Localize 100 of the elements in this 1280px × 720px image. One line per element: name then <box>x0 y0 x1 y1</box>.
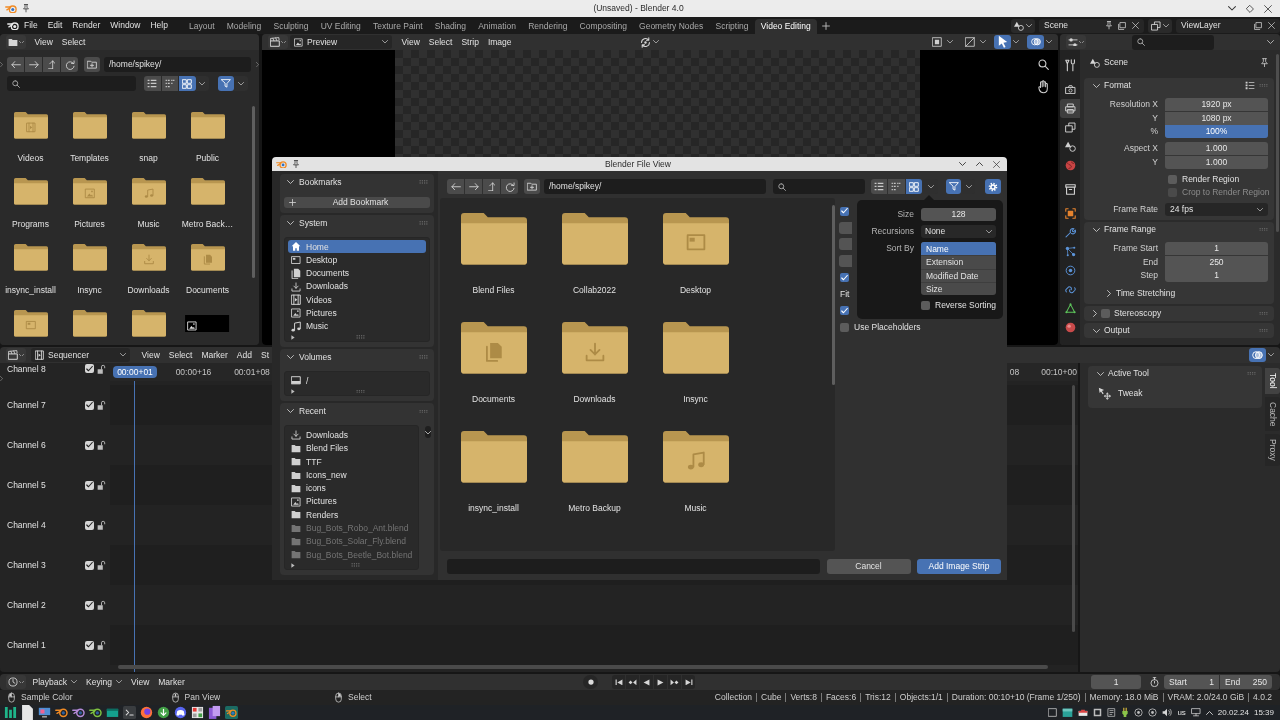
checkbox[interactable] <box>840 306 849 316</box>
dropdown-menu[interactable]: Keying <box>81 675 127 689</box>
forward-button[interactable] <box>465 179 482 194</box>
window-icon[interactable] <box>106 707 119 718</box>
open-lock-icon[interactable] <box>97 479 106 491</box>
pin-icon[interactable] <box>293 159 299 169</box>
copy-icon[interactable] <box>1118 21 1126 30</box>
chevron-down-icon[interactable] <box>1267 40 1274 44</box>
display-mode-button[interactable] <box>161 76 178 91</box>
place-item[interactable]: Icons_new <box>288 468 416 482</box>
file-name[interactable]: Insync <box>683 393 708 404</box>
display-mode-button[interactable] <box>888 179 905 194</box>
menu-item[interactable]: View <box>126 675 154 689</box>
filter-button[interactable] <box>946 179 961 194</box>
window-icon[interactable] <box>1062 707 1074 718</box>
menu-item[interactable]: Marker <box>196 348 233 362</box>
editor-type-button[interactable] <box>6 348 26 362</box>
refresh-button[interactable] <box>501 179 518 194</box>
properties-tab[interactable] <box>1060 99 1080 118</box>
parent-folder-button[interactable] <box>483 179 500 194</box>
file-name[interactable]: Public <box>195 152 220 163</box>
close-icon[interactable] <box>1264 4 1272 13</box>
sort-option[interactable]: Name <box>921 242 996 256</box>
film-folder-icon[interactable] <box>13 112 48 139</box>
panel-title[interactable]: Stereoscopy <box>1114 308 1255 319</box>
file-name[interactable]: Pictures <box>74 218 105 229</box>
file-name[interactable]: Collab2022 <box>573 284 616 295</box>
speaker-icon[interactable] <box>1162 708 1173 717</box>
checkbox[interactable] <box>85 364 94 373</box>
back-button[interactable] <box>7 57 24 72</box>
checkbox[interactable] <box>1168 174 1177 184</box>
logo-icon[interactable] <box>89 707 102 718</box>
file-name[interactable]: Templates <box>70 152 109 163</box>
download-folder-icon[interactable] <box>561 322 628 374</box>
jump-start-button[interactable] <box>612 675 625 689</box>
place-item[interactable]: Videos <box>288 293 426 307</box>
checkbox[interactable] <box>85 480 94 490</box>
documents-folder-icon[interactable] <box>190 244 225 271</box>
menu-item[interactable]: Select <box>57 35 90 49</box>
folder-icon[interactable] <box>662 322 729 374</box>
menu-item[interactable]: Window <box>105 18 146 33</box>
open-lock-icon[interactable] <box>97 519 106 531</box>
place-item[interactable]: Desktop <box>288 253 426 267</box>
folder-icon[interactable] <box>72 112 107 139</box>
slider[interactable]: 100% <box>1165 125 1268 138</box>
folder-icon[interactable] <box>561 213 628 265</box>
display-mode-button[interactable] <box>905 179 922 194</box>
music-folder-icon[interactable] <box>662 431 729 483</box>
workspace-tab[interactable]: Geometry Nodes <box>632 19 710 34</box>
scrollbar[interactable] <box>832 205 835 385</box>
monitor-icon[interactable] <box>38 706 51 719</box>
panel-title[interactable]: Output <box>1104 325 1255 336</box>
diamond-icon[interactable] <box>1246 4 1254 13</box>
close-icon[interactable] <box>993 160 1000 168</box>
place-item[interactable]: Renders <box>288 508 416 522</box>
workspace-tab[interactable]: Rendering <box>522 19 574 34</box>
workspace-tab[interactable]: Shading <box>428 19 473 34</box>
folder-icon[interactable] <box>460 431 527 483</box>
menu-item[interactable]: Marker <box>153 675 190 689</box>
checkbox[interactable] <box>921 301 930 310</box>
rotate-arrows-icon[interactable] <box>640 36 651 48</box>
refresh-button[interactable] <box>61 57 78 72</box>
menu-item[interactable]: Select <box>424 35 457 49</box>
menu-item[interactable]: View <box>137 348 165 362</box>
menu-item[interactable]: View <box>30 35 58 49</box>
checkbox[interactable] <box>840 322 849 332</box>
file-name[interactable]: Music <box>684 502 707 513</box>
number-field[interactable]: 1.000 <box>1165 142 1268 155</box>
path-field[interactable]: /home/spikey/ <box>544 179 766 194</box>
bars-icon[interactable] <box>4 706 17 719</box>
sort-option[interactable]: Modified Date <box>921 268 996 282</box>
start-frame-field[interactable]: Start 1 <box>1164 675 1219 689</box>
scrollbar[interactable] <box>118 665 1048 669</box>
menu-item[interactable]: Add <box>232 348 257 362</box>
checkbox[interactable] <box>1101 309 1110 318</box>
panel-title[interactable]: System <box>299 217 414 229</box>
display-mode-button[interactable] <box>870 179 887 194</box>
checkbox[interactable] <box>85 640 94 650</box>
menu-item[interactable]: Select <box>164 348 197 362</box>
open-lock-icon[interactable] <box>97 599 106 611</box>
tile-icon[interactable] <box>1093 708 1103 717</box>
music-folder-icon[interactable] <box>131 178 166 205</box>
play-reverse-button[interactable] <box>640 675 653 689</box>
place-item[interactable]: / <box>288 374 426 388</box>
open-lock-icon[interactable] <box>97 364 106 375</box>
number-field[interactable]: 1920 px <box>1165 98 1268 111</box>
menu-item[interactable]: Edit <box>42 18 68 33</box>
overlay-button[interactable] <box>1249 348 1266 362</box>
clock-text[interactable]: 15:39 <box>1253 707 1274 718</box>
open-lock-icon[interactable] <box>97 439 106 451</box>
place-item[interactable]: TTF <box>288 454 416 469</box>
folder-icon[interactable] <box>72 244 107 271</box>
list-menu-button[interactable] <box>425 426 432 439</box>
forward-button[interactable] <box>25 57 42 72</box>
editor-type-button[interactable] <box>268 35 288 49</box>
place-item[interactable]: Blend Files <box>288 441 416 455</box>
view-mode-dropdown[interactable]: Preview <box>290 35 392 49</box>
panel-title[interactable]: Recent <box>299 406 414 417</box>
place-item[interactable]: icons <box>288 481 416 495</box>
checkbox[interactable] <box>85 400 94 410</box>
